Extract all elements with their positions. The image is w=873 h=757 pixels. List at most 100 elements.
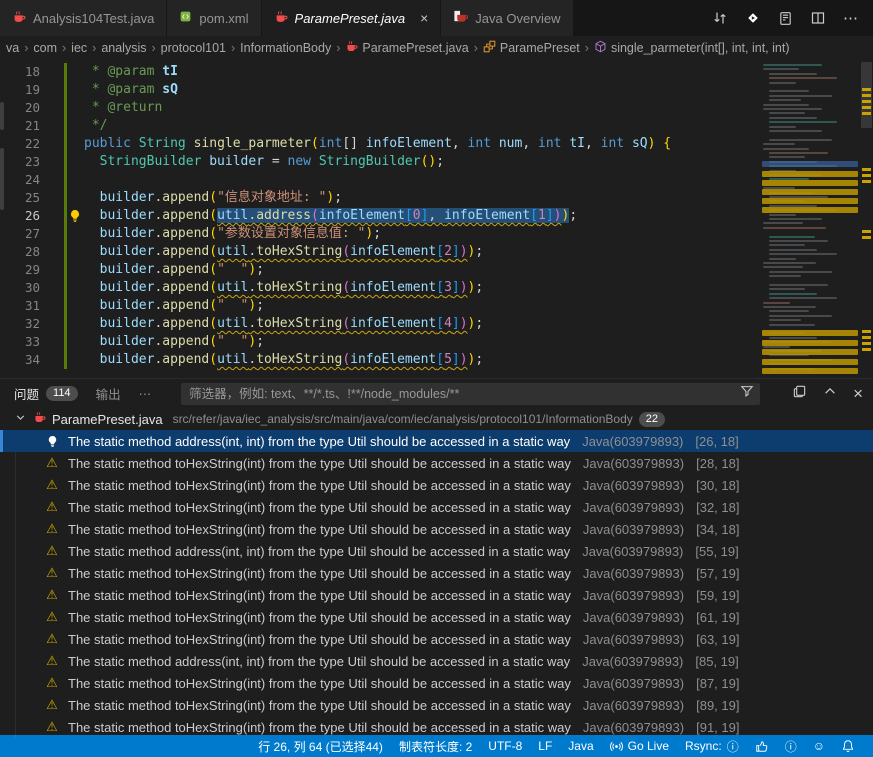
problem-row[interactable]: ⚠The static method address(int, int) fro… (0, 650, 873, 672)
tab-paramepreset-java[interactable]: ParamePreset.java × (262, 0, 442, 36)
info-status-icon[interactable]: ⓘ (777, 735, 805, 757)
quick-fix-lightbulb-icon[interactable] (68, 209, 82, 228)
cursor-position-status[interactable]: 行 26, 列 64 (已选择44) (250, 735, 391, 757)
code-token (84, 262, 100, 277)
warning-icon: ⚠ (44, 653, 60, 669)
tab-java-overview[interactable]: Java Overview (441, 0, 573, 36)
problem-row[interactable]: ⚠The static method toHexString(int) from… (0, 562, 873, 584)
code-token (311, 154, 319, 169)
breadcrumb-item-single-parmeter-int-int-int-int-[interactable]: single_parmeter(int[], int, int, int) (594, 40, 790, 56)
code-token: builder (100, 316, 155, 331)
code-token: ] (452, 244, 460, 259)
code-line-27[interactable]: builder.append("参数设置对象信息值: "); (84, 225, 758, 243)
problem-row[interactable]: ⚠The static method toHexString(int) from… (0, 628, 873, 650)
feedback-thumb-icon[interactable] (747, 735, 777, 757)
breadcrumb-item-paramepreset-java[interactable]: ParamePreset.java (345, 40, 468, 56)
code-line-20[interactable]: * @return (84, 99, 758, 117)
minimap-line (769, 324, 815, 326)
code-line-29[interactable]: builder.append(" "); (84, 261, 758, 279)
code-token: () (421, 154, 437, 169)
code-line-30[interactable]: builder.append(util.toHexString(infoElem… (84, 279, 758, 297)
tab-pom-xml[interactable]: pom.xml (167, 0, 261, 36)
eol-status[interactable]: LF (530, 735, 560, 757)
warning-icon: ⚠ (44, 499, 60, 515)
breadcrumb-item-protocol101[interactable]: protocol101 (161, 41, 226, 55)
feedback-smiley-icon[interactable]: ☺ (805, 735, 833, 757)
broadcast-icon (610, 740, 623, 753)
close-tab-icon[interactable]: × (420, 11, 428, 25)
minimap-line (763, 266, 803, 268)
problem-row[interactable]: ⚠The static method toHexString(int) from… (0, 474, 873, 496)
group-file-name: ParamePreset.java (52, 412, 163, 427)
run-diamond-icon[interactable] (745, 10, 761, 26)
breadcrumb-item-iec[interactable]: iec (71, 41, 87, 55)
code-line-33[interactable]: builder.append(" "); (84, 333, 758, 351)
problem-row[interactable]: ⚠The static method toHexString(int) from… (0, 716, 873, 738)
encoding-status[interactable]: UTF-8 (480, 735, 530, 757)
rsync-status[interactable]: Rsync: ⓘ (677, 735, 747, 757)
code-token: [ (530, 208, 538, 223)
open-changes-icon[interactable] (712, 10, 728, 26)
code-line-26[interactable]: builder.append(util.address(infoElement[… (84, 207, 758, 225)
problem-position: [63, 19] (696, 632, 739, 647)
breadcrumb-item-com[interactable]: com (33, 41, 57, 55)
code-token: "参数设置对象信息值: " (217, 226, 365, 241)
tab-output[interactable]: 输出 (96, 384, 121, 403)
breadcrumb-item-analysis[interactable]: analysis (101, 41, 146, 55)
go-live-button[interactable]: Go Live (602, 735, 677, 757)
problem-row[interactable]: ⚠The static method toHexString(int) from… (0, 452, 873, 474)
code-line-21[interactable]: */ (84, 117, 758, 135)
problem-row[interactable]: ⚠The static method toHexString(int) from… (0, 584, 873, 606)
tab-size-status[interactable]: 制表符长度: 2 (391, 735, 480, 757)
breadcrumb-item-paramepreset[interactable]: ParamePreset (483, 40, 580, 56)
tab-problems[interactable]: 问题 114 (14, 384, 78, 403)
problem-row[interactable]: The static method address(int, int) from… (0, 430, 873, 452)
more-actions-icon[interactable]: ⋯ (843, 9, 859, 27)
breadcrumb-item-va[interactable]: va (6, 41, 19, 55)
problem-row[interactable]: ⚠The static method toHexString(int) from… (0, 694, 873, 716)
notifications-bell-icon[interactable] (833, 735, 863, 757)
code-line-22[interactable]: public String single_parmeter(int[] info… (84, 135, 758, 153)
chevron-down-icon[interactable] (14, 411, 27, 427)
minimap-line (769, 218, 822, 220)
code-line-19[interactable]: * @param sQ (84, 81, 758, 99)
code-token: append (162, 208, 209, 223)
filter-icon[interactable] (740, 384, 754, 403)
notebook-icon[interactable] (778, 11, 793, 26)
code-line-34[interactable]: builder.append(util.toHexString(infoElem… (84, 351, 758, 369)
code-editor[interactable]: 1819202122232425262728293031323334 * @pa… (0, 60, 873, 378)
problem-row[interactable]: ⚠The static method toHexString(int) from… (0, 606, 873, 628)
problem-row[interactable]: ⚠The static method address(int, int) fro… (0, 540, 873, 562)
maximize-panel-icon[interactable] (823, 384, 837, 403)
tab-analysis104test-java[interactable]: Analysis104Test.java (0, 0, 167, 36)
problem-row[interactable]: ⚠The static method toHexString(int) from… (0, 496, 873, 518)
code-line-23[interactable]: StringBuilder builder = new StringBuilde… (84, 153, 758, 171)
code-line-32[interactable]: builder.append(util.toHexString(infoElem… (84, 315, 758, 333)
minimap[interactable] (760, 60, 860, 378)
problems-file-group[interactable]: ParamePreset.java src/refer/java/iec_ana… (0, 408, 873, 430)
class-symbol-icon (483, 40, 496, 56)
breadcrumb-item-informationbody[interactable]: InformationBody (240, 41, 331, 55)
code-line-24[interactable] (84, 171, 758, 189)
code-line-28[interactable]: builder.append(util.toHexString(infoElem… (84, 243, 758, 261)
problem-row[interactable]: ⚠The static method toHexString(int) from… (0, 518, 873, 540)
code-line-18[interactable]: * @param tI (84, 63, 758, 81)
tab-label: pom.xml (199, 11, 248, 26)
open-in-editor-icon[interactable] (792, 384, 807, 404)
minimap-line (769, 139, 832, 141)
problem-message: The static method toHexString(int) from … (68, 720, 571, 735)
minimap-line (769, 244, 805, 246)
overview-ruler[interactable] (860, 60, 873, 378)
code-line-31[interactable]: builder.append(" "); (84, 297, 758, 315)
code-line-25[interactable]: builder.append("信息对象地址: "); (84, 189, 758, 207)
panel-more-tabs-icon[interactable]: ⋯ (139, 386, 152, 401)
problem-source: Java(603979893) (582, 434, 683, 449)
code-token: toHexString (256, 280, 342, 295)
language-mode-status[interactable]: Java (560, 735, 601, 757)
problems-filter-input[interactable] (187, 386, 740, 402)
split-editor-icon[interactable] (810, 10, 826, 26)
warning-icon: ⚠ (44, 631, 60, 647)
code-content[interactable]: * @param tI * @param sQ * @return */publ… (84, 63, 758, 369)
problem-row[interactable]: ⚠The static method toHexString(int) from… (0, 672, 873, 694)
close-panel-icon[interactable]: × (853, 385, 863, 402)
